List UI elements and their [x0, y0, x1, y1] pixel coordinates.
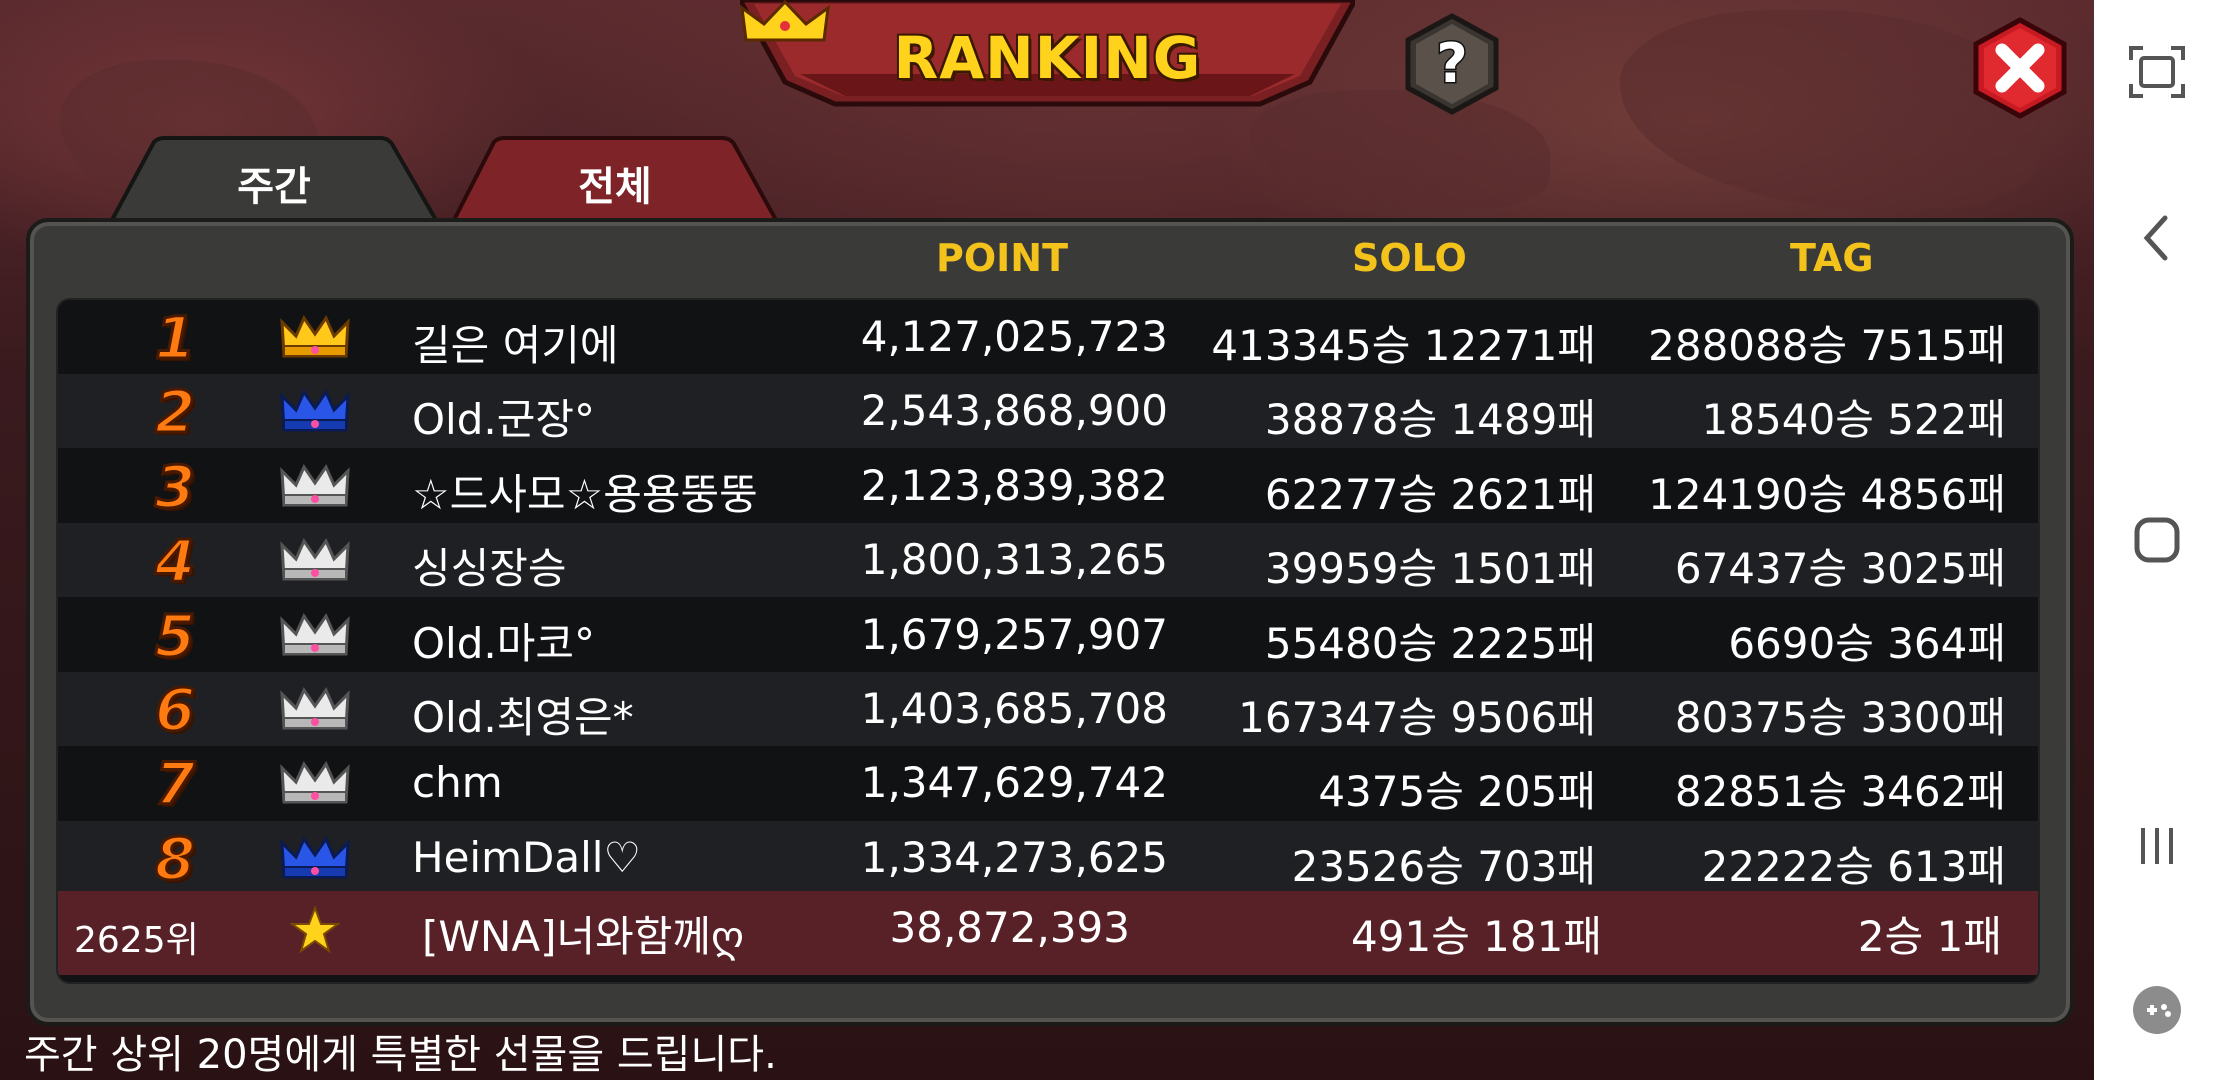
point-value: 1,347,629,742 [860, 758, 1168, 808]
solo-record: 4375승 205패 [1318, 767, 1596, 817]
solo-record: 39959승 1501패 [1264, 544, 1596, 594]
tab-weekly[interactable]: 주간 [108, 136, 440, 220]
player-name: ☆드사모☆용용뚱뚱 [412, 469, 758, 519]
my-ranking-row[interactable]: 2625위 [WNA]너와함께ღ 38,872,393 491승 181패 2승 1패 [58, 891, 2038, 976]
crown-icon [280, 461, 350, 521]
game-screen: RANKING ? 주간 전체 POINT SOLO TAG 1 길은 여기에 4,… [0, 0, 2094, 1080]
close-button[interactable] [1968, 16, 2072, 120]
my-name: [WNA]너와함께ღ [422, 912, 745, 962]
help-label: ? [1436, 32, 1467, 95]
tab-all[interactable]: 전체 [450, 136, 780, 220]
close-icon [1973, 17, 2067, 119]
rank-number: 1 [153, 303, 196, 374]
ranking-title: RANKING [893, 24, 1202, 92]
solo-record: 167347승 9506패 [1238, 693, 1596, 742]
player-name: HeimDall♡ [412, 832, 642, 882]
ranking-row[interactable]: 8 HeimDall♡ 1,334,273,625 23526승 703패 22222승… [58, 820, 2038, 895]
ranking-row[interactable]: 6 Old.최영은* 1,403,685,708 167347승 9506패 80375… [58, 672, 2038, 746]
point-value: 2,543,868,900 [860, 386, 1168, 436]
player-name: Old.최영은* [412, 693, 634, 742]
column-header-solo: SOLO [1352, 236, 1467, 280]
point-value: 1,800,313,265 [860, 535, 1168, 585]
tag-record: 67437승 3025패 [1674, 544, 2006, 594]
help-button[interactable]: ? [1400, 12, 1504, 116]
back-icon[interactable] [2117, 198, 2197, 278]
crown-icon [280, 833, 350, 893]
solo-record: 38878승 1489패 [1264, 395, 1596, 445]
solo-record: 55480승 2225패 [1264, 618, 1596, 668]
rank-number: 6 [153, 675, 196, 746]
player-name: 길은 여기에 [412, 321, 619, 370]
rank-number: 3 [153, 451, 196, 522]
crown-icon [280, 386, 350, 446]
player-name: 싱싱장승 [412, 544, 567, 594]
player-name: Old.마코° [412, 618, 596, 668]
point-value: 1,679,257,907 [860, 609, 1168, 659]
column-header-tag: TAG [1790, 236, 1874, 280]
tag-record: 18540승 522패 [1701, 395, 2006, 445]
help-icon: ? [1405, 13, 1499, 115]
crown-icon [280, 312, 350, 372]
point-value: 2,123,839,382 [860, 460, 1168, 510]
rank-number: 8 [153, 823, 196, 894]
tab-weekly-label: 주간 [237, 164, 311, 210]
column-header-point: POINT [936, 236, 1069, 280]
tag-record: 80375승 3300패 [1674, 693, 2006, 742]
system-navigation-bar [2094, 0, 2220, 1080]
tab-all-label: 전체 [578, 164, 652, 210]
player-name: Old.군장° [412, 395, 596, 445]
solo-record: 23526승 703패 [1291, 841, 1596, 891]
rank-number: 5 [153, 600, 196, 671]
screenshot-icon[interactable] [2117, 32, 2197, 112]
point-value: 1,334,273,625 [860, 832, 1168, 882]
ranking-row[interactable]: 1 길은 여기에 4,127,025,723 413345승 12271패 288088… [58, 300, 2038, 374]
ranking-row[interactable]: 2 Old.군장° 2,543,868,900 38878승 1489패 18540승 … [58, 374, 2038, 449]
my-tag-record: 2승 1패 [1857, 912, 2002, 962]
ranking-row[interactable]: 5 Old.마코° 1,679,257,907 55480승 2225패 6690승 3… [58, 598, 2038, 672]
point-value: 4,127,025,723 [860, 312, 1168, 361]
ranking-row[interactable]: 7 chm 1,347,629,742 4375승 205패 82851승 3462패 [58, 746, 2038, 820]
tag-record: 82851승 3462패 [1674, 767, 2006, 817]
my-rank: 2625위 [74, 920, 199, 962]
rank-number: 2 [153, 377, 196, 448]
point-value: 1,403,685,708 [860, 684, 1168, 733]
rank-number: 4 [153, 526, 196, 597]
tag-record: 288088승 7515패 [1648, 321, 2006, 370]
player-name: chm [412, 758, 503, 808]
my-solo-record: 491승 181패 [1351, 912, 1602, 962]
ranking-list[interactable]: 1 길은 여기에 4,127,025,723 413345승 12271패 288088… [56, 298, 2040, 984]
game-tools-icon[interactable] [2117, 970, 2197, 1050]
ranking-row[interactable]: 4 싱싱장승 1,800,313,265 39959승 1501패 67437승 302… [58, 523, 2038, 598]
recents-icon[interactable] [2117, 806, 2197, 886]
crown-icon [280, 535, 350, 595]
solo-record: 413345승 12271패 [1211, 321, 1596, 370]
tag-record: 22222승 613패 [1701, 841, 2006, 891]
crown-icon [280, 758, 350, 818]
footer-notice: 주간 상위 20명에게 특별한 선물을 드립니다. [24, 1032, 777, 1078]
ranking-row[interactable]: 3 ☆드사모☆용용뚱뚱 2,123,839,382 62277승 2621패 12419… [58, 449, 2038, 523]
ranking-banner: RANKING [740, 0, 1355, 120]
tag-record: 6690승 364패 [1728, 618, 2006, 668]
star-icon [288, 905, 342, 965]
my-point: 38,872,393 [889, 903, 1130, 953]
rank-number: 7 [153, 749, 196, 820]
solo-record: 62277승 2621패 [1264, 469, 1596, 519]
home-icon[interactable] [2117, 500, 2197, 580]
tag-record: 124190승 4856패 [1648, 469, 2006, 519]
crown-icon [280, 610, 350, 670]
crown-icon [280, 684, 350, 744]
